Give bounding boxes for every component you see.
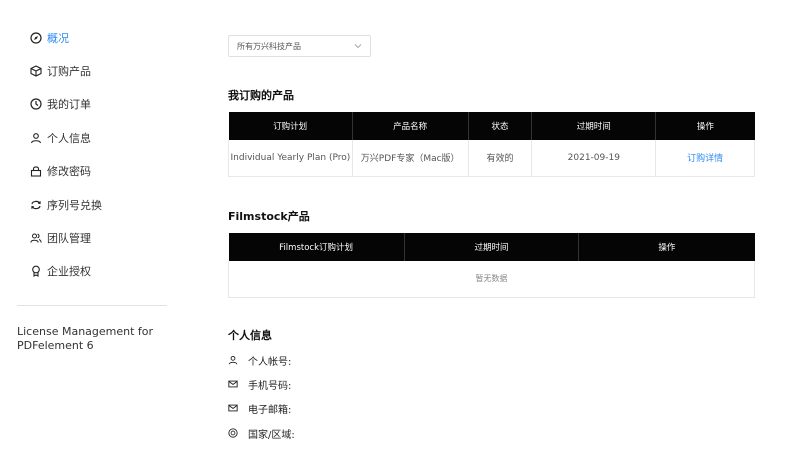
globe-icon	[228, 428, 238, 438]
sidebar-item-label: 企业授权	[47, 265, 91, 278]
sidebar-item-label: 个人信息	[47, 132, 91, 145]
filmstock-section-title: Filmstock产品	[228, 210, 310, 223]
filmstock-table: Filmstock订购计划 过期时间 操作 暂无数据	[228, 233, 755, 298]
plan-cell: Individual Yearly Plan (Pro)	[228, 140, 353, 177]
sidebar-item-orders[interactable]: 我的订单	[30, 95, 91, 113]
orders-section-title: 我订购的产品	[228, 89, 294, 102]
sidebar: 概况 订购产品 我的订单 个人信息 修改密码 序列号兑换 团队管理 企业授权 L…	[0, 0, 185, 459]
table-row: Individual Yearly Plan (Pro) 万兴PDF专家（Mac…	[228, 140, 755, 177]
info-row-region: 国家/区域:	[228, 426, 295, 441]
award-icon	[30, 265, 42, 277]
info-label: 国家/区域:	[248, 429, 295, 441]
orders-table: 订购计划 产品名称 状态 过期时间 操作 Individual Yearly P…	[228, 112, 755, 177]
sidebar-item-password[interactable]: 修改密码	[30, 162, 91, 180]
exchange-icon	[30, 199, 42, 211]
sidebar-item-team[interactable]: 团队管理	[30, 229, 91, 247]
column-header: 操作	[655, 112, 755, 140]
column-header: 过期时间	[531, 112, 657, 140]
status-cell: 有效的	[468, 140, 533, 177]
column-header: 操作	[578, 233, 755, 261]
user-icon	[228, 355, 238, 365]
sidebar-item-label: 修改密码	[47, 165, 91, 178]
sidebar-item-enterprise-license[interactable]: 企业授权	[30, 262, 91, 280]
license-management-link[interactable]: License Management for PDFelement 6	[17, 325, 177, 353]
info-label: 电子邮箱:	[248, 404, 292, 416]
info-row-email: 电子邮箱:	[228, 401, 292, 416]
lock-icon	[30, 165, 42, 177]
sidebar-item-label: 概况	[47, 32, 69, 45]
sidebar-item-label: 序列号兑换	[47, 199, 102, 212]
column-header: 订购计划	[228, 112, 353, 140]
sidebar-divider	[17, 305, 167, 306]
info-row-phone: 手机号码:	[228, 377, 292, 392]
product-cell: 万兴PDF专家（Mac版）	[352, 140, 469, 177]
clock-icon	[30, 98, 42, 110]
team-icon	[30, 232, 42, 244]
product-filter-select[interactable]: 所有万兴科技产品	[228, 35, 371, 57]
sidebar-item-overview[interactable]: 概况	[30, 29, 69, 47]
sidebar-item-label: 团队管理	[47, 232, 91, 245]
sidebar-item-subscribe[interactable]: 订购产品	[30, 62, 91, 80]
mail-icon	[228, 403, 238, 413]
order-details-link[interactable]: 订购详情	[655, 140, 755, 177]
product-filter-value: 所有万兴科技产品	[237, 41, 301, 51]
info-label: 手机号码:	[248, 380, 292, 392]
column-header: 状态	[468, 112, 533, 140]
table-header-row: 订购计划 产品名称 状态 过期时间 操作	[228, 112, 755, 140]
chevron-down-icon	[354, 40, 362, 53]
column-header: 产品名称	[352, 112, 469, 140]
expires-cell: 2021-09-19	[531, 140, 657, 177]
empty-state-text: 暂无数据	[228, 261, 755, 298]
box-icon	[30, 65, 42, 77]
sidebar-item-profile[interactable]: 个人信息	[30, 129, 91, 147]
compass-icon	[30, 32, 42, 44]
sidebar-item-serial-redeem[interactable]: 序列号兑换	[30, 196, 102, 214]
table-header-row: Filmstock订购计划 过期时间 操作	[228, 233, 755, 261]
user-icon	[30, 132, 42, 144]
column-header: 过期时间	[404, 233, 580, 261]
sidebar-item-label: 订购产品	[47, 65, 91, 78]
sidebar-item-label: 我的订单	[47, 98, 91, 111]
table-row: 暂无数据	[228, 261, 755, 298]
column-header: Filmstock订购计划	[228, 233, 405, 261]
personal-info-section-title: 个人信息	[228, 329, 272, 342]
info-label: 个人帐号:	[248, 356, 292, 368]
mail-icon	[228, 379, 238, 389]
info-row-account: 个人帐号:	[228, 353, 292, 368]
